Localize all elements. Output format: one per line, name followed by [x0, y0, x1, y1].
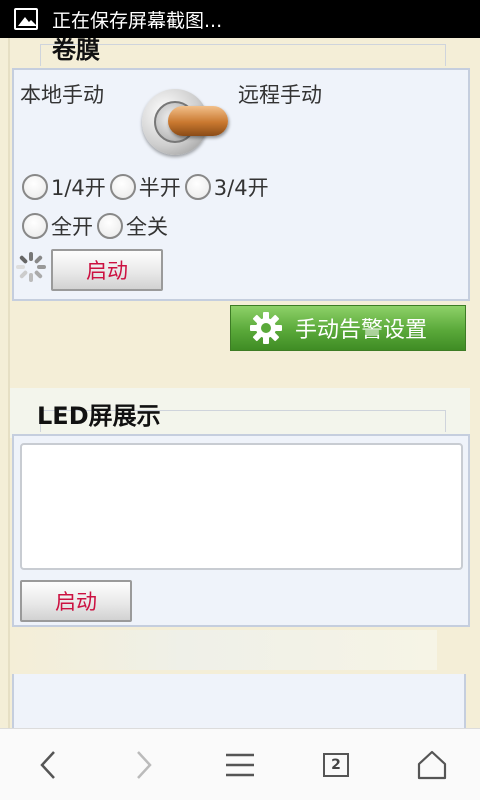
- gear-icon: [250, 312, 282, 344]
- radio-quarter-open[interactable]: 1/4开: [22, 172, 106, 202]
- radio-label: 全开: [51, 215, 93, 239]
- radio-button[interactable]: [97, 213, 123, 239]
- home-button[interactable]: [402, 729, 462, 800]
- toggle-lever: [168, 106, 228, 136]
- image-icon: [14, 8, 38, 30]
- forward-button[interactable]: [114, 729, 174, 800]
- local-manual-label: 本地手动: [20, 83, 104, 107]
- radio-full-close[interactable]: 全关: [97, 211, 168, 241]
- radio-button[interactable]: [184, 174, 211, 200]
- film-radio-row-1: 1/4开 半开 3/4开: [22, 172, 273, 202]
- next-panel: [12, 674, 466, 728]
- page-divider-band: [12, 630, 437, 670]
- tab-count-badge: 2: [323, 753, 349, 777]
- radio-label: 3/4开: [213, 176, 269, 200]
- radio-button[interactable]: [22, 213, 48, 239]
- tabs-button[interactable]: 2: [306, 729, 366, 800]
- manual-mode-toggle-switch[interactable]: [138, 85, 234, 161]
- alarm-settings-label: 手动告警设置: [295, 318, 428, 343]
- radio-three-quarter-open[interactable]: 3/4开: [184, 172, 269, 202]
- forward-chevron-icon: [137, 751, 152, 779]
- radio-button[interactable]: [109, 174, 136, 200]
- remote-manual-label: 远程手动: [238, 83, 322, 107]
- menu-icon: [226, 753, 254, 777]
- radio-label: 半开: [138, 176, 181, 200]
- home-icon: [417, 750, 447, 780]
- radio-label: 1/4开: [51, 176, 106, 200]
- led-section-title: LED屏展示: [37, 402, 161, 430]
- film-radio-row-2: 全开 全关: [22, 211, 172, 241]
- radio-button[interactable]: [22, 174, 48, 200]
- page-left-border: [8, 38, 10, 728]
- led-text-area[interactable]: [20, 443, 463, 570]
- status-text: 正在保存屏幕截图...: [52, 9, 223, 32]
- led-start-button[interactable]: 启动: [20, 580, 132, 622]
- loading-spinner-icon: [16, 252, 46, 282]
- browser-navigation-bar: 2: [0, 728, 480, 800]
- radio-half-open[interactable]: 半开: [109, 172, 181, 202]
- menu-button[interactable]: [210, 729, 270, 800]
- film-fieldset-top-border: [40, 44, 446, 66]
- page-content[interactable]: 本地手动 远程手动 1/4开 半开 3/4开 全开 全关 启动 卷膜 手动告警设…: [0, 38, 480, 728]
- status-bar: 正在保存屏幕截图...: [0, 0, 480, 38]
- back-button[interactable]: [18, 729, 78, 800]
- back-chevron-icon: [40, 751, 55, 779]
- radio-label: 全关: [126, 215, 168, 239]
- film-control-panel: 本地手动 远程手动 1/4开 半开 3/4开 全开 全关 启动: [12, 68, 470, 301]
- film-start-button[interactable]: 启动: [51, 249, 163, 291]
- radio-full-open[interactable]: 全开: [22, 211, 93, 241]
- manual-alarm-settings-button[interactable]: 手动告警设置: [230, 305, 466, 351]
- film-section-title: 卷膜: [52, 38, 100, 64]
- led-display-panel: 启动: [12, 434, 470, 627]
